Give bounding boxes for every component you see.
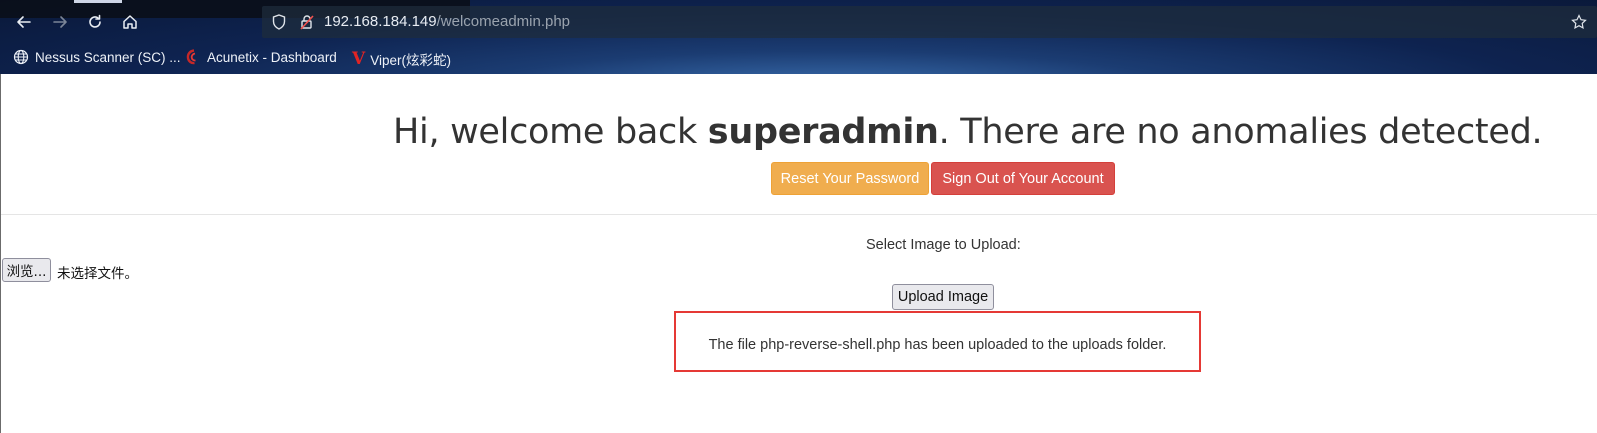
bookmark-label: Acunetix - Dashboard xyxy=(207,49,337,65)
bookmark-nessus[interactable]: Nessus Scanner (SC) ... xyxy=(13,49,181,65)
arrow-left-icon xyxy=(17,16,31,28)
select-image-label: Select Image to Upload: xyxy=(866,237,1021,253)
viper-icon: V xyxy=(352,49,366,69)
url-path: /welcomeadmin.php xyxy=(436,13,571,30)
no-file-selected-text: 未选择文件。 xyxy=(57,266,138,282)
bookmark-label: Nessus Scanner (SC) ... xyxy=(35,49,181,65)
globe-icon xyxy=(13,49,29,65)
reset-password-button[interactable]: Reset Your Password xyxy=(771,162,929,195)
sign-out-button[interactable]: Sign Out of Your Account xyxy=(931,162,1115,195)
bookmark-label: Viper(炫彩蛇) xyxy=(370,53,451,68)
browser-chrome: 192.168.184.149/welcomeadmin.php Nessus … xyxy=(0,0,1597,74)
url-host: 192.168.184.149 xyxy=(324,13,437,30)
home-icon xyxy=(123,15,137,29)
bookmark-acunetix[interactable]: Acunetix - Dashboard xyxy=(185,49,337,65)
bookmark-viper[interactable]: V Viper(炫彩蛇) xyxy=(352,49,451,69)
reload-icon xyxy=(89,14,101,28)
bookmark-star-icon[interactable] xyxy=(1571,14,1587,30)
address-bar[interactable]: 192.168.184.149/welcomeadmin.php xyxy=(262,6,1597,38)
home-button[interactable] xyxy=(119,11,141,33)
insecure-lock-icon[interactable] xyxy=(298,13,316,31)
arrow-right-icon xyxy=(53,16,67,28)
welcome-heading: Hi, welcome back superadmin. There are n… xyxy=(393,112,1543,152)
acunetix-icon xyxy=(186,49,196,65)
url-text[interactable]: 192.168.184.149/welcomeadmin.php xyxy=(324,13,570,30)
welcome-prefix: Hi, welcome back xyxy=(393,112,708,152)
back-button[interactable] xyxy=(13,11,35,33)
bookmarks-toolbar: Nessus Scanner (SC) ... Acunetix - Dashb… xyxy=(0,44,1597,72)
shield-icon[interactable] xyxy=(270,13,288,31)
reload-button[interactable] xyxy=(84,11,106,33)
page-content: Hi, welcome back superadmin. There are n… xyxy=(0,74,1597,433)
username: superadmin xyxy=(707,112,939,152)
forward-button[interactable] xyxy=(49,11,71,33)
active-tab-indicator xyxy=(74,0,122,3)
divider xyxy=(1,214,1597,215)
upload-status-message: The file php-reverse-shell.php has been … xyxy=(708,337,1167,353)
upload-result-highlight: The file php-reverse-shell.php has been … xyxy=(674,311,1201,372)
welcome-suffix: . There are no anomalies detected. xyxy=(938,112,1543,152)
upload-image-button[interactable]: Upload Image xyxy=(892,284,994,310)
browse-file-button[interactable]: 浏览... xyxy=(2,258,51,282)
